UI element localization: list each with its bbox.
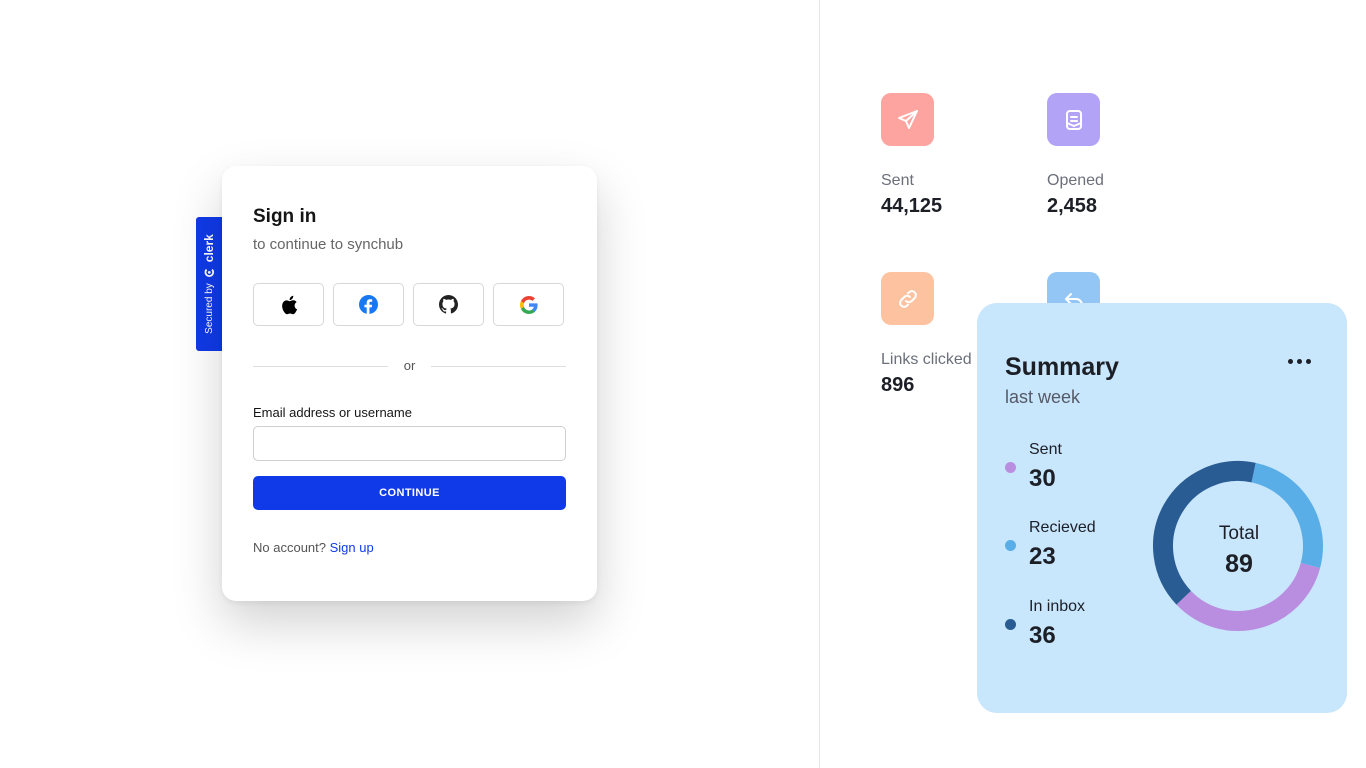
legend-value-recieved: 23 [1029, 543, 1056, 570]
email-input[interactable] [253, 426, 566, 461]
more-options-icon[interactable] [1288, 359, 1311, 364]
link-icon [898, 289, 917, 308]
email-label: Email address or username [253, 405, 412, 420]
panel-divider [819, 0, 820, 768]
stat-value-opened: 2,458 [1047, 195, 1098, 217]
github-icon [439, 295, 458, 314]
summary-title: Summary [1005, 353, 1119, 381]
legend-dot-in-inbox [1005, 619, 1016, 630]
sign-in-subtitle: to continue to synchub [253, 236, 404, 253]
legend-label-in-inbox: In inbox [1029, 598, 1086, 615]
clerk-brand-text: clerk [202, 234, 216, 263]
stat-label-sent: Sent [881, 172, 914, 189]
sign-up-link[interactable]: Sign up [330, 540, 374, 555]
legend-dot-recieved [1005, 540, 1016, 551]
sent-stat-icon-tile [881, 93, 934, 146]
github-sign-in-button[interactable] [413, 283, 484, 326]
secured-by-badge[interactable]: Secured by clerk [196, 217, 222, 351]
stat-value-sent: 44,125 [881, 195, 943, 217]
open-mail-icon [1065, 109, 1082, 130]
apple-icon [281, 295, 297, 314]
links-stat-icon-tile [881, 272, 934, 325]
facebook-icon [359, 295, 378, 314]
stat-label-links: Links clicked [881, 351, 972, 368]
facebook-sign-in-button[interactable] [333, 283, 404, 326]
stat-value-links: 896 [881, 374, 915, 396]
stat-label-opened: Opened [1047, 172, 1104, 189]
summary-subtitle: last week [1005, 387, 1081, 407]
no-account-row: No account? Sign up [253, 540, 374, 555]
legend-value-in-inbox: 36 [1029, 622, 1056, 649]
opened-stat-icon-tile [1047, 93, 1100, 146]
summary-donut-chart [1153, 461, 1323, 631]
legend-dot-sent [1005, 462, 1016, 473]
google-sign-in-button[interactable] [493, 283, 564, 326]
google-icon [519, 295, 538, 314]
legend-label-recieved: Recieved [1029, 519, 1096, 536]
sign-in-card: Sign in to continue to synchub or Email … [222, 166, 597, 601]
secured-by-text: Secured by [203, 283, 215, 334]
clerk-logo-icon [204, 269, 214, 278]
or-line-right [431, 366, 566, 367]
summary-card: Summary last week Sent 30 Recieved 23 In… [977, 303, 1347, 713]
donut-total-value: 89 [1225, 550, 1253, 578]
paper-plane-icon [897, 109, 918, 129]
legend-value-sent: 30 [1029, 465, 1056, 492]
donut-total-label: Total [1218, 523, 1260, 544]
apple-sign-in-button[interactable] [253, 283, 324, 326]
continue-button[interactable]: CONTINUE [253, 476, 566, 510]
legend-label-sent: Sent [1029, 441, 1062, 458]
or-divider: or [253, 358, 566, 374]
sign-in-title: Sign in [253, 206, 317, 227]
no-account-text: No account? [253, 540, 326, 555]
